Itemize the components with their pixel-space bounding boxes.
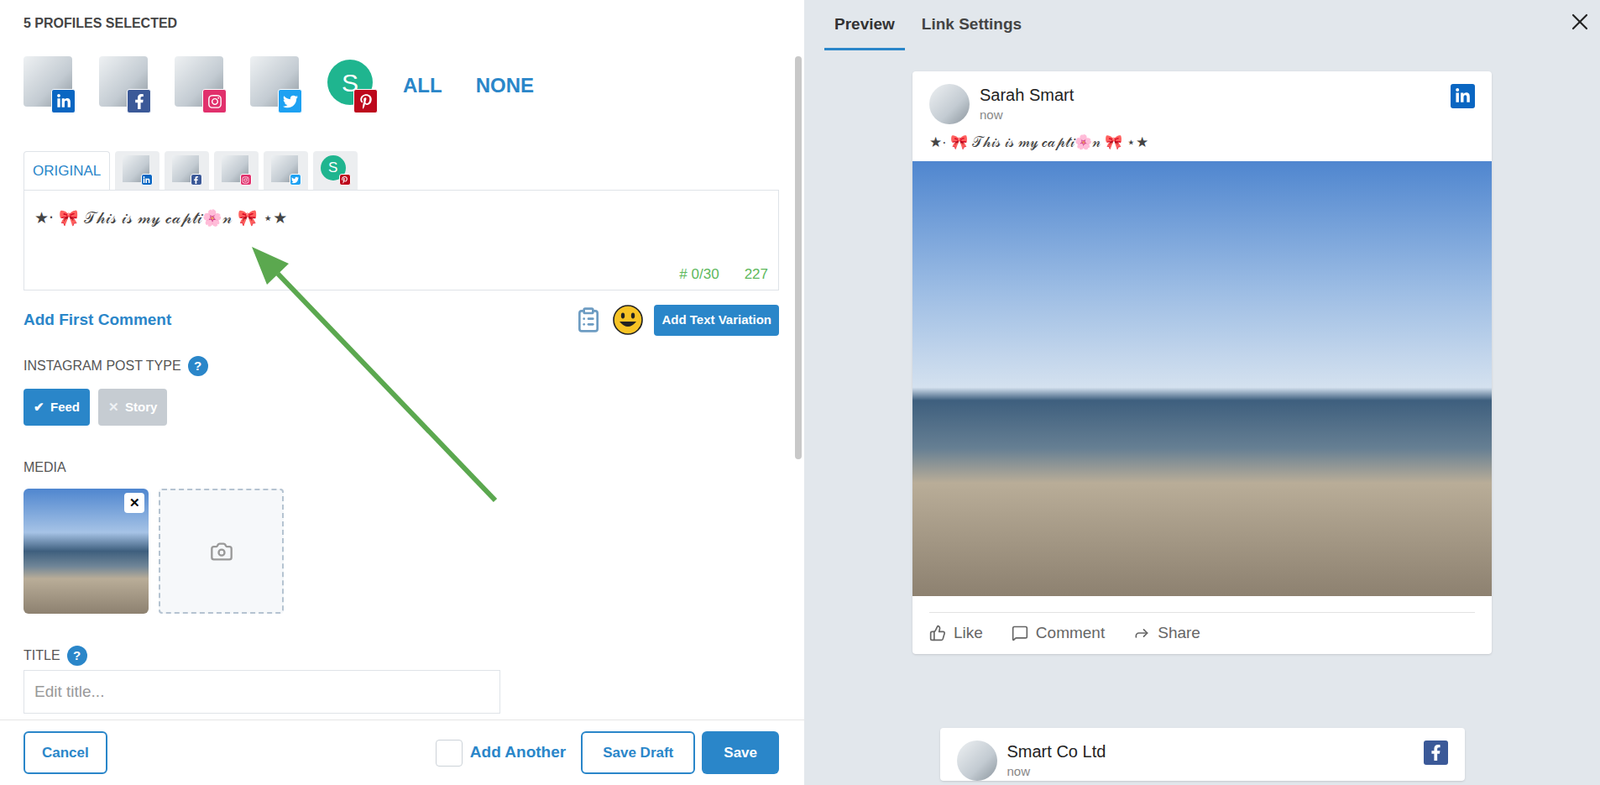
post-time: now xyxy=(1007,762,1107,782)
editor-tab[interactable] xyxy=(214,151,259,190)
editor-tab[interactable] xyxy=(164,151,210,190)
avatar-photo xyxy=(929,83,970,125)
post-type-option[interactable]: ✕Story xyxy=(98,388,168,426)
facebook-icon xyxy=(1423,740,1449,765)
compose-window: 5 PROFILES SELECTEDSALLNONEORIGINALS★· 🎀… xyxy=(0,0,1600,785)
footer: Cancel Add Another Save DraftSave xyxy=(0,719,805,785)
post-action[interactable]: Comment xyxy=(1011,621,1105,646)
clipboard-icon[interactable] xyxy=(575,306,602,334)
annotation-arrow-icon xyxy=(0,0,805,785)
post-type-label: INSTAGRAM POST TYPE? xyxy=(23,355,780,377)
remove-media-button[interactable]: ✕ xyxy=(124,492,145,513)
caption-field[interactable]: ★· 🎀 𝒯𝒽𝒾𝓈 𝒾𝓈 𝓂𝓎 𝒸𝒶𝓅𝓉𝒾🌸𝓃 🎀 ⋆★ # 0/30 227 xyxy=(23,189,780,291)
profile-avatar[interactable] xyxy=(250,56,303,116)
action-icon xyxy=(929,624,947,642)
editor-tab[interactable] xyxy=(263,151,309,190)
character-count: 227 xyxy=(744,263,769,286)
help-icon[interactable]: ? xyxy=(188,355,209,377)
post-type-option[interactable]: ✔Feed xyxy=(23,388,90,426)
instagram-icon xyxy=(202,88,227,114)
close-button[interactable] xyxy=(1566,8,1594,36)
title-label: TITLE? xyxy=(23,645,780,666)
profile-avatar[interactable]: S xyxy=(325,56,378,116)
editor-panel: 5 PROFILES SELECTEDSALLNONEORIGINALS★· 🎀… xyxy=(0,0,805,785)
title-input[interactable] xyxy=(23,669,501,714)
profile-avatar[interactable] xyxy=(23,56,76,116)
action-icon xyxy=(1133,624,1151,642)
close-icon xyxy=(1566,8,1594,36)
preview-card: Sarah Smartnow ★· 🎀 𝒯𝒽𝒾𝓈 𝒾𝓈 𝓂𝓎 𝒸𝒶𝓅𝓉𝒾🌸𝓃 🎀 … xyxy=(912,71,1492,654)
add-text-variation-button[interactable]: Add Text Variation xyxy=(653,304,780,336)
facebook-icon xyxy=(126,88,152,114)
preview-card: Smart Co Ltdnow xyxy=(940,727,1465,782)
add-another-label[interactable]: Add Another xyxy=(470,740,566,765)
save-button[interactable]: Save xyxy=(701,731,780,774)
avatar-photo xyxy=(956,740,998,781)
facebook-icon xyxy=(190,173,203,186)
media-thumbnail[interactable]: ✕ xyxy=(23,488,149,614)
twitter-icon xyxy=(277,88,303,114)
emoji-icon[interactable] xyxy=(611,303,644,336)
profile-avatar[interactable] xyxy=(99,56,152,116)
save-draft-button[interactable]: Save Draft xyxy=(580,731,696,774)
preview-panel: PreviewLink SettingsSarah Smartnow★· 🎀 𝒯… xyxy=(804,0,1600,785)
author-name[interactable]: Smart Co Ltd xyxy=(1007,740,1107,763)
linkedin-icon xyxy=(141,173,153,186)
preview-tab[interactable]: Preview xyxy=(824,12,905,52)
post-caption: ★· 🎀 𝒯𝒽𝒾𝓈 𝒾𝓈 𝓂𝓎 𝒸𝒶𝓅𝓉𝒾🌸𝓃 🎀 ⋆★ xyxy=(912,133,1492,162)
pinterest-icon xyxy=(353,88,378,114)
post-time: now xyxy=(979,105,1074,126)
linkedin-icon xyxy=(51,88,76,114)
instagram-icon xyxy=(240,173,252,186)
editor-tab[interactable]: ORIGINAL xyxy=(23,151,110,190)
media-label: MEDIA xyxy=(23,457,780,478)
pinterest-icon xyxy=(339,173,351,186)
camera-icon xyxy=(209,539,234,564)
editor-tabs: ORIGINAL S xyxy=(23,151,780,190)
post-image xyxy=(912,161,1492,597)
add-first-comment-link[interactable]: Add First Comment xyxy=(23,308,172,333)
editor-tab[interactable]: S xyxy=(313,151,358,190)
select-all-link[interactable]: ALL xyxy=(402,70,443,101)
post-action[interactable]: Share xyxy=(1133,621,1201,646)
linkedin-icon xyxy=(1450,83,1475,109)
caption-text[interactable]: ★· 🎀 𝒯𝒽𝒾𝓈 𝒾𝓈 𝓂𝓎 𝒸𝒶𝓅𝓉𝒾🌸𝓃 🎀 ⋆★ xyxy=(24,190,779,228)
help-icon[interactable]: ? xyxy=(67,645,88,666)
add-media-button[interactable] xyxy=(158,488,284,614)
twitter-icon xyxy=(289,173,302,186)
cancel-button[interactable]: Cancel xyxy=(23,731,108,774)
add-another-checkbox[interactable] xyxy=(435,739,463,767)
hashtag-count: # 0/30 xyxy=(679,263,719,286)
profiles-selected: 5 PROFILES SELECTED xyxy=(23,15,780,32)
preview-tab[interactable]: Link Settings xyxy=(911,12,1032,52)
select-none-link[interactable]: NONE xyxy=(475,70,534,101)
scrollbar[interactable] xyxy=(792,0,805,720)
action-icon xyxy=(1011,624,1029,642)
editor-tab[interactable] xyxy=(115,151,160,190)
author-name[interactable]: Sarah Smart xyxy=(979,83,1074,106)
preview-tabs: PreviewLink Settings xyxy=(804,0,1600,51)
post-action[interactable]: Like xyxy=(929,621,984,646)
profile-avatar[interactable] xyxy=(174,56,227,116)
